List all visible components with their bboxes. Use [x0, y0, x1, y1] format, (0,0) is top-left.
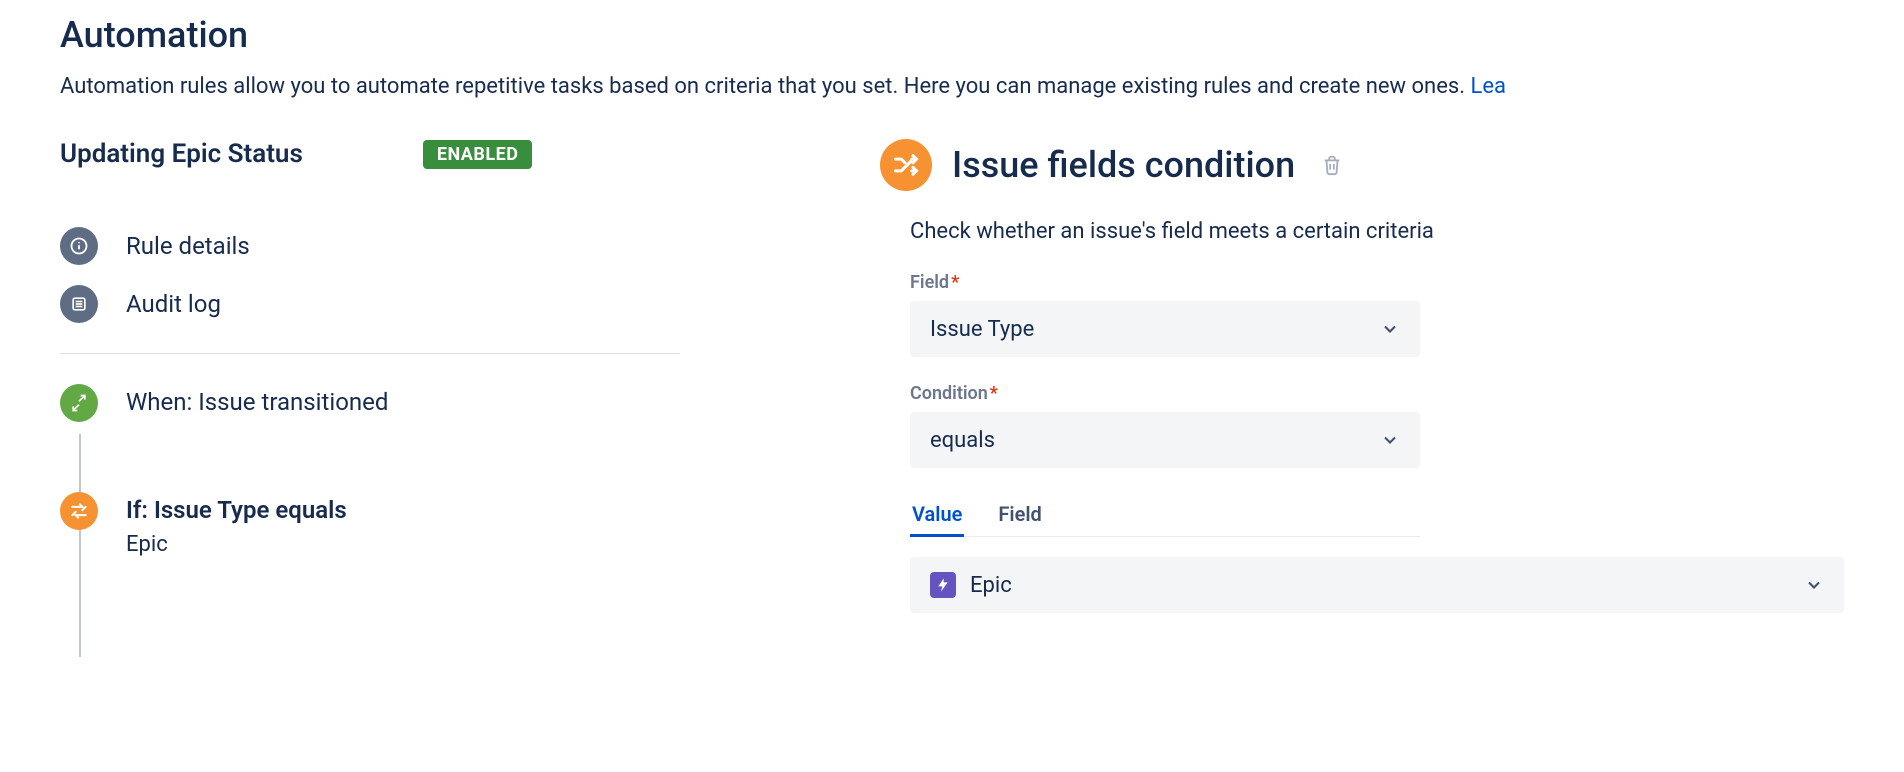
nav-rule-details[interactable]: Rule details [60, 217, 680, 275]
shuffle-icon [880, 139, 932, 191]
field-select[interactable]: Issue Type [910, 301, 1420, 357]
panel-title: Issue fields condition [952, 144, 1295, 186]
value-select[interactable]: Epic [910, 557, 1844, 613]
trigger-icon [60, 384, 98, 422]
chevron-down-icon [1804, 575, 1824, 595]
tab-field[interactable]: Field [996, 494, 1043, 536]
rule-name: Updating Epic Status [60, 139, 303, 169]
status-badge: ENABLED [423, 140, 533, 169]
condition-icon [60, 492, 98, 530]
value-select-label: Epic [970, 573, 1012, 598]
nav-audit-log[interactable]: Audit log [60, 275, 680, 333]
field-select-value: Issue Type [930, 317, 1034, 342]
page-title: Automation [60, 14, 1844, 56]
timeline-condition[interactable]: If: Issue Type equals Epic [60, 492, 680, 557]
learn-more-link[interactable]: Lea [1470, 74, 1505, 99]
list-icon [60, 285, 98, 323]
condition-detail: Epic [126, 532, 347, 557]
tab-value[interactable]: Value [910, 494, 964, 536]
rule-sidebar: Updating Epic Status ENABLED Rule detail… [60, 139, 680, 627]
value-field-tabs: Value Field [910, 494, 1420, 537]
condition-select[interactable]: equals [910, 412, 1420, 468]
divider [60, 353, 680, 354]
field-label: Field* [910, 272, 1844, 293]
nav-rule-details-label: Rule details [126, 232, 250, 260]
rule-timeline: When: Issue transitioned If: Issue Type … [60, 384, 680, 557]
trigger-label: When: Issue transitioned [126, 388, 388, 416]
condition-field-label: Condition* [910, 383, 1844, 404]
trash-icon[interactable] [1321, 154, 1343, 176]
chevron-down-icon [1380, 430, 1400, 450]
condition-select-value: equals [930, 428, 995, 453]
chevron-down-icon [1380, 319, 1400, 339]
config-panel: Issue fields condition Check whether an … [880, 139, 1844, 627]
condition-label: If: Issue Type equals [126, 496, 347, 524]
page-description: Automation rules allow you to automate r… [60, 74, 1844, 99]
epic-icon [930, 572, 956, 598]
page-description-text: Automation rules allow you to automate r… [60, 74, 1470, 99]
timeline-trigger[interactable]: When: Issue transitioned [60, 384, 680, 422]
info-icon [60, 227, 98, 265]
panel-description: Check whether an issue's field meets a c… [910, 219, 1844, 244]
nav-audit-log-label: Audit log [126, 290, 221, 318]
